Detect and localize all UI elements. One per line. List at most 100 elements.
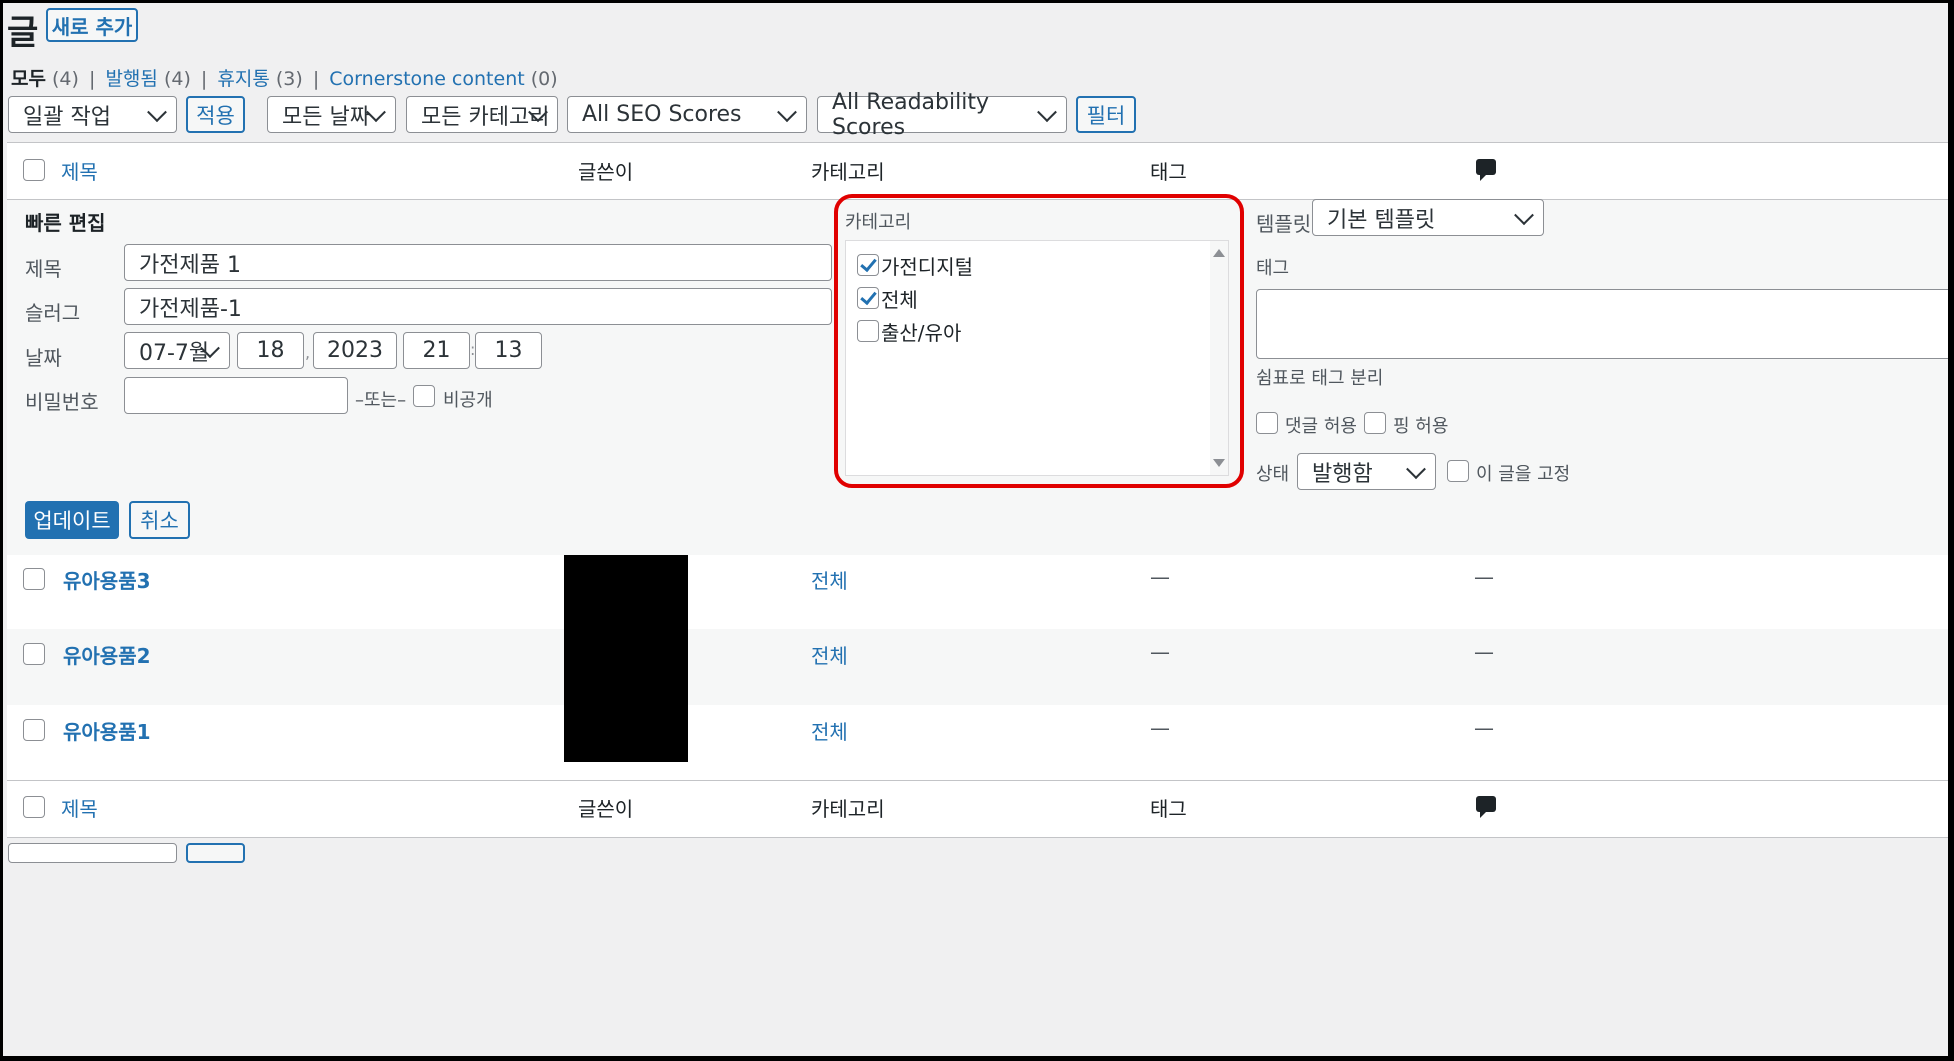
status-value: 발행함 xyxy=(1312,461,1373,487)
post-category-link[interactable]: 전체 xyxy=(811,716,848,745)
title-input[interactable]: 가전제품 1 xyxy=(124,244,832,281)
date-separator: , xyxy=(305,343,311,362)
redacted-author-block xyxy=(564,555,688,762)
password-input[interactable] xyxy=(124,377,348,414)
post-comments: — xyxy=(1474,640,1494,664)
separator: | xyxy=(88,68,96,90)
allow-comments-label: 댓글 허용 xyxy=(1285,416,1357,437)
scroll-down-icon[interactable] xyxy=(1213,459,1225,467)
category-checkbox-appliances[interactable] xyxy=(857,254,879,276)
date-filter-value: 모든 날짜 xyxy=(282,104,370,130)
bulk-action-select[interactable]: 일괄 작업 xyxy=(8,96,177,133)
add-new-button[interactable]: 새로 추가 xyxy=(46,8,138,42)
comment-icon xyxy=(1476,159,1496,181)
year-input[interactable]: 2023 xyxy=(313,332,397,369)
count-trash: (3) xyxy=(275,68,303,90)
category-label: 전체 xyxy=(881,288,918,312)
chevron-down-icon xyxy=(1514,204,1534,225)
template-select[interactable]: 기본 템플릿 xyxy=(1312,199,1544,236)
template-label: 템플릿 xyxy=(1256,212,1312,236)
column-category: 카테고리 xyxy=(811,797,885,821)
filter-cornerstone[interactable]: Cornerstone content xyxy=(329,68,524,90)
row-checkbox[interactable] xyxy=(23,719,45,741)
private-checkbox[interactable] xyxy=(413,385,435,407)
date-label: 날짜 xyxy=(25,346,62,370)
scrollbar[interactable] xyxy=(1210,241,1228,475)
tags-textarea[interactable] xyxy=(1256,289,1948,359)
column-author: 글쓴이 xyxy=(578,797,634,821)
column-tags: 태그 xyxy=(1150,160,1187,184)
category-label: 출산/유아 xyxy=(881,321,962,345)
seo-score-value: All SEO Scores xyxy=(582,102,742,127)
post-category-link[interactable]: 전체 xyxy=(811,640,848,669)
post-title-link[interactable]: 유아용품1 xyxy=(63,716,151,745)
filter-button[interactable]: 필터 xyxy=(1076,96,1136,133)
post-category-link[interactable]: 전체 xyxy=(811,565,848,594)
slug-input[interactable]: 가전제품-1 xyxy=(124,288,832,325)
column-category: 카테고리 xyxy=(811,160,885,184)
separator: | xyxy=(312,68,320,90)
post-title-link[interactable]: 유아용품2 xyxy=(63,640,151,669)
cancel-button[interactable]: 취소 xyxy=(129,501,190,539)
apply-button-bottom[interactable] xyxy=(186,843,245,863)
select-all-checkbox[interactable] xyxy=(23,159,45,181)
column-title[interactable]: 제목 xyxy=(61,793,98,822)
day-input[interactable]: 18 xyxy=(237,332,304,369)
private-label: 비공개 xyxy=(443,390,493,411)
readability-score-select[interactable]: All Readability Scores xyxy=(817,90,1067,140)
post-tags: — xyxy=(1150,716,1170,740)
post-comments: — xyxy=(1474,565,1494,589)
chevron-down-icon xyxy=(1406,458,1426,479)
select-all-checkbox[interactable] xyxy=(23,796,45,818)
date-filter-select[interactable]: 모든 날짜 xyxy=(267,96,396,133)
slug-label: 슬러그 xyxy=(25,301,81,325)
post-title-link[interactable]: 유아용품3 xyxy=(63,565,151,594)
month-select[interactable]: 07-7월 xyxy=(124,332,230,369)
filter-all[interactable]: 모두 xyxy=(11,68,46,90)
category-label: 가전디지털 xyxy=(881,255,973,279)
status-select[interactable]: 발행함 xyxy=(1297,453,1436,490)
category-checkbox-baby[interactable] xyxy=(857,320,879,342)
password-label: 비밀번호 xyxy=(25,390,99,414)
or-text: –또는– xyxy=(355,390,407,411)
row-checkbox[interactable] xyxy=(23,643,45,665)
chevron-down-icon xyxy=(777,101,797,122)
row-checkbox[interactable] xyxy=(23,568,45,590)
filter-trash[interactable]: 휴지통 xyxy=(217,68,269,90)
page-title: 글 xyxy=(7,13,39,53)
quick-edit-panel: 빠른 편집 제목 가전제품 1 슬러그 가전제품-1 날짜 07-7월 18 ,… xyxy=(7,194,1948,555)
column-tags: 태그 xyxy=(1150,797,1187,821)
table-header: 제목 글쓴이 카테고리 태그 xyxy=(7,142,1948,200)
count-published: (4) xyxy=(163,68,191,90)
post-tags: — xyxy=(1150,640,1170,664)
status-label: 상태 xyxy=(1256,464,1290,485)
category-filter-select[interactable]: 모든 카테고리 xyxy=(406,96,558,133)
category-heading: 카테고리 xyxy=(845,212,912,233)
posts-screen: 글 새로 추가 모두 (4) | 발행됨 (4) | 휴지통 (3) | Cor… xyxy=(3,3,1948,1056)
category-checklist: 가전디지털 전체 출산/유아 xyxy=(845,240,1229,476)
filter-published[interactable]: 발행됨 xyxy=(105,68,157,90)
status-filter-links: 모두 (4) | 발행됨 (4) | 휴지통 (3) | Cornerstone… xyxy=(11,64,558,91)
column-title[interactable]: 제목 xyxy=(61,156,98,185)
table-footer: 제목 글쓴이 카테고리 태그 xyxy=(7,780,1948,838)
seo-score-select[interactable]: All SEO Scores xyxy=(567,96,807,133)
tags-hint: 쉼표로 태그 분리 xyxy=(1256,368,1384,389)
column-author: 글쓴이 xyxy=(578,160,634,184)
hour-input[interactable]: 21 xyxy=(403,332,470,369)
scroll-up-icon[interactable] xyxy=(1213,249,1225,257)
update-button[interactable]: 업데이트 xyxy=(25,501,119,539)
month-value: 07-7월 xyxy=(139,340,210,366)
allow-comments-checkbox[interactable] xyxy=(1256,412,1278,434)
count-all: (4) xyxy=(52,68,79,90)
separator: | xyxy=(200,68,208,90)
count-cornerstone: (0) xyxy=(530,68,558,90)
bulk-action-select-bottom[interactable] xyxy=(8,843,177,863)
template-value: 기본 템플릿 xyxy=(1327,207,1436,233)
readability-score-value: All Readability Scores xyxy=(832,89,989,140)
allow-pings-checkbox[interactable] xyxy=(1364,412,1386,434)
minute-input[interactable]: 13 xyxy=(475,332,542,369)
apply-button[interactable]: 적용 xyxy=(186,96,245,133)
bulk-action-value: 일괄 작업 xyxy=(23,104,111,130)
sticky-checkbox[interactable] xyxy=(1447,460,1469,482)
category-checkbox-all[interactable] xyxy=(857,287,879,309)
